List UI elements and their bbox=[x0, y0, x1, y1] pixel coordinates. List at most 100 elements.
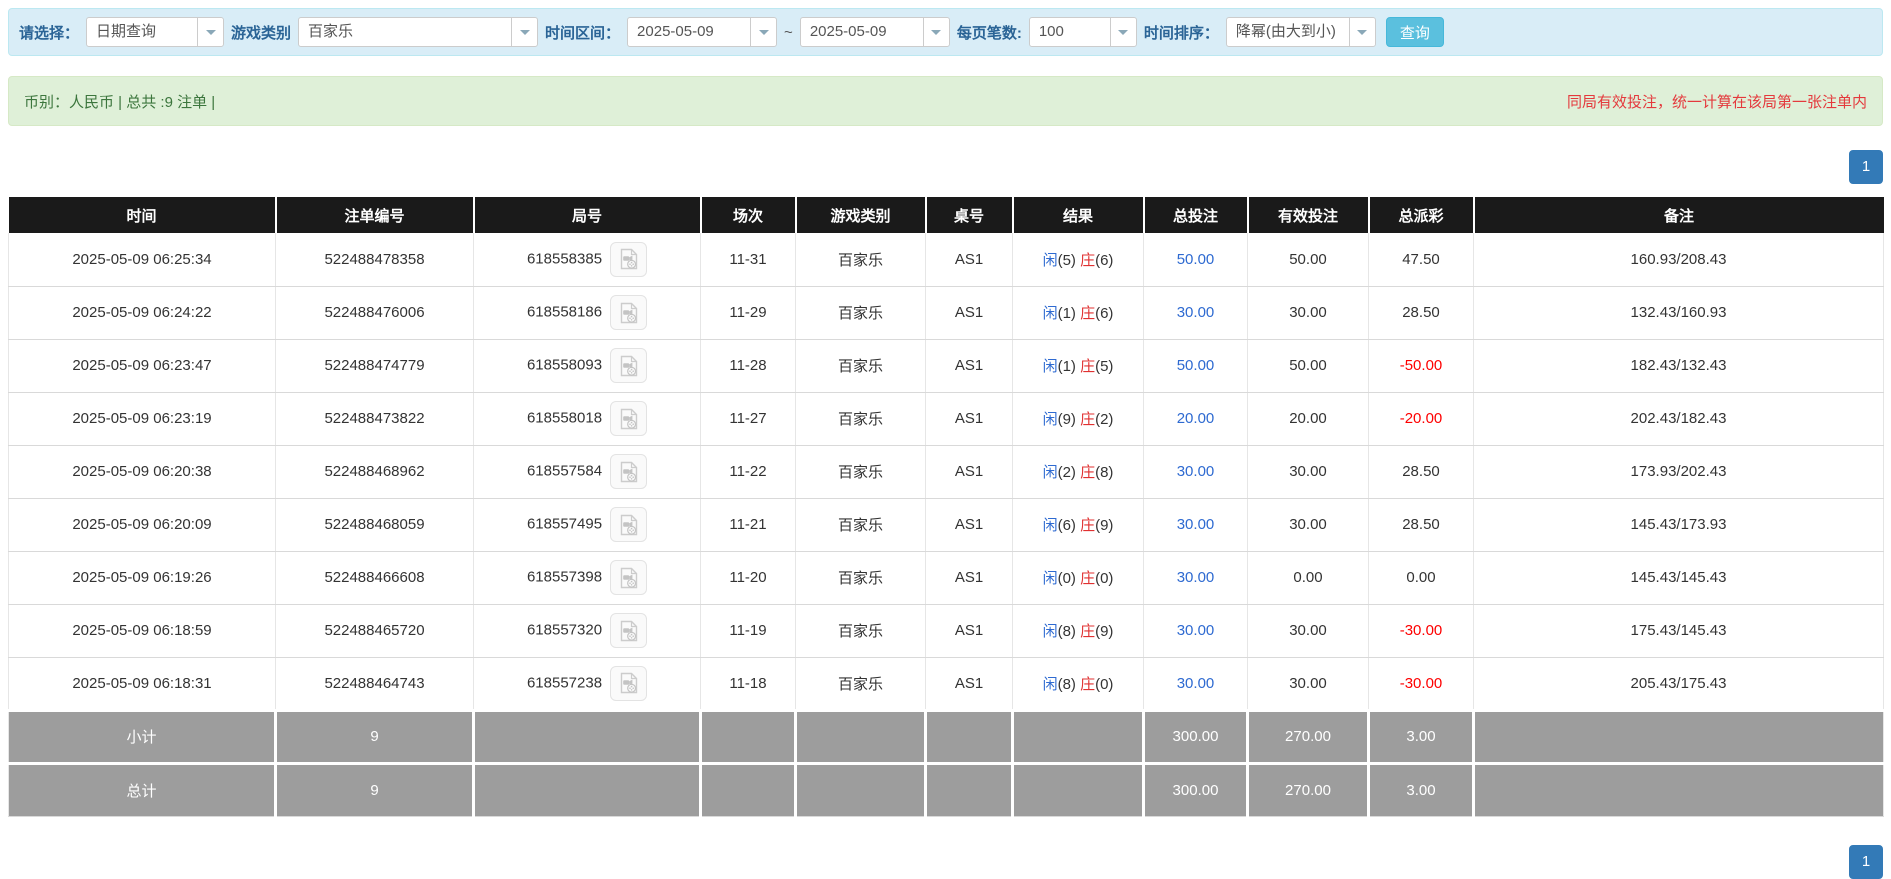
time-sort-value: 降幂(由大到小) bbox=[1227, 18, 1349, 46]
bet-records-table: 时间注单编号局号场次游戏类别桌号结果总投注有效投注总派彩备注 2025-05-0… bbox=[8, 197, 1884, 817]
video-record-icon bbox=[617, 513, 641, 537]
page-1-button[interactable]: 1 bbox=[1849, 150, 1883, 184]
video-playback-button[interactable] bbox=[610, 507, 647, 542]
total-bet-link[interactable]: 30.00 bbox=[1177, 622, 1215, 639]
cell-session: 11-20 bbox=[701, 551, 796, 604]
video-record-icon bbox=[617, 354, 641, 378]
cell-session: 11-18 bbox=[701, 657, 796, 710]
table-row: 2025-05-09 06:18:59522488465720618557320… bbox=[9, 604, 1884, 657]
round-number-text: 618557238 bbox=[527, 674, 602, 691]
cell-valid-bet: 30.00 bbox=[1248, 498, 1369, 551]
cell-remark: 205.43/175.43 bbox=[1474, 657, 1884, 710]
result-banker-label: 庄 bbox=[1080, 676, 1095, 693]
cell-table-number: AS1 bbox=[926, 392, 1013, 445]
column-header-7: 总投注 bbox=[1144, 197, 1248, 233]
result-player-score: (2) bbox=[1058, 464, 1081, 481]
cell-game-category: 百家乐 bbox=[796, 657, 926, 710]
video-playback-button[interactable] bbox=[610, 613, 647, 648]
cell-result: 闲(6) 庄(9) bbox=[1013, 498, 1144, 551]
total-bet-link[interactable]: 30.00 bbox=[1177, 675, 1215, 692]
page-size-toggle-button[interactable] bbox=[1110, 18, 1136, 46]
cell-payout: 28.50 bbox=[1369, 498, 1474, 551]
game-category-label: 游戏类别 bbox=[231, 22, 291, 43]
summary-label: 总计 bbox=[9, 763, 276, 816]
game-category-toggle-button[interactable] bbox=[511, 18, 537, 46]
column-header-10: 备注 bbox=[1474, 197, 1884, 233]
summary-table-empty bbox=[926, 763, 1013, 816]
cell-session: 11-22 bbox=[701, 445, 796, 498]
summary-label: 小计 bbox=[9, 710, 276, 763]
result-banker-score: (0) bbox=[1095, 570, 1113, 587]
cell-bet-number: 522488464743 bbox=[276, 657, 474, 710]
cell-bet-number: 522488474779 bbox=[276, 339, 474, 392]
summary-payout: 3.00 bbox=[1369, 763, 1474, 816]
result-player-score: (6) bbox=[1058, 517, 1081, 534]
date-from-dropdown[interactable]: 2025-05-09 bbox=[627, 17, 777, 47]
game-category-value: 百家乐 bbox=[299, 18, 511, 46]
summary-remark-empty bbox=[1474, 763, 1884, 816]
video-playback-button[interactable] bbox=[610, 348, 647, 383]
result-banker-score: (9) bbox=[1095, 517, 1113, 534]
time-sort-toggle-button[interactable] bbox=[1349, 18, 1375, 46]
total-bet-link[interactable]: 50.00 bbox=[1177, 357, 1215, 374]
result-banker-score: (2) bbox=[1095, 411, 1113, 428]
total-bet-link[interactable]: 50.00 bbox=[1177, 251, 1215, 268]
column-header-2: 局号 bbox=[474, 197, 701, 233]
select-type-toggle-button[interactable] bbox=[197, 18, 223, 46]
cell-remark: 182.43/132.43 bbox=[1474, 339, 1884, 392]
cell-total-bet: 50.00 bbox=[1144, 339, 1248, 392]
date-from-toggle-button[interactable] bbox=[750, 18, 776, 46]
date-to-toggle-button[interactable] bbox=[923, 18, 949, 46]
cell-table-number: AS1 bbox=[926, 551, 1013, 604]
video-playback-button[interactable] bbox=[610, 454, 647, 489]
cell-payout: -50.00 bbox=[1369, 339, 1474, 392]
total-bet-link[interactable]: 30.00 bbox=[1177, 304, 1215, 321]
video-playback-button[interactable] bbox=[610, 295, 647, 330]
date-from-value: 2025-05-09 bbox=[628, 18, 750, 46]
video-playback-button[interactable] bbox=[610, 401, 647, 436]
cell-session: 11-29 bbox=[701, 286, 796, 339]
result-player-score: (1) bbox=[1058, 305, 1081, 322]
result-player-score: (8) bbox=[1058, 676, 1081, 693]
cell-game-category: 百家乐 bbox=[796, 551, 926, 604]
query-button[interactable]: 查询 bbox=[1386, 17, 1444, 47]
cell-round-number: 618557320 bbox=[474, 604, 701, 657]
summary-count: 9 bbox=[276, 763, 474, 816]
video-playback-button[interactable] bbox=[610, 242, 647, 277]
video-playback-button[interactable] bbox=[610, 666, 647, 701]
total-bet-link[interactable]: 30.00 bbox=[1177, 569, 1215, 586]
page-1-button[interactable]: 1 bbox=[1849, 845, 1883, 879]
summary-remark-empty bbox=[1474, 710, 1884, 763]
result-banker-score: (6) bbox=[1095, 252, 1113, 269]
cell-round-number: 618557238 bbox=[474, 657, 701, 710]
cell-round-number: 618558093 bbox=[474, 339, 701, 392]
video-playback-button[interactable] bbox=[610, 560, 647, 595]
result-player-label: 闲 bbox=[1043, 411, 1058, 428]
total-bet-link[interactable]: 20.00 bbox=[1177, 410, 1215, 427]
cell-time: 2025-05-09 06:20:09 bbox=[9, 498, 276, 551]
cell-bet-number: 522488466608 bbox=[276, 551, 474, 604]
date-to-dropdown[interactable]: 2025-05-09 bbox=[800, 17, 950, 47]
cell-remark: 145.43/173.93 bbox=[1474, 498, 1884, 551]
select-type-value: 日期查询 bbox=[87, 18, 197, 46]
time-sort-dropdown[interactable]: 降幂(由大到小) bbox=[1226, 17, 1376, 47]
total-bet-link[interactable]: 30.00 bbox=[1177, 463, 1215, 480]
video-record-icon bbox=[617, 301, 641, 325]
cell-total-bet: 20.00 bbox=[1144, 392, 1248, 445]
video-record-icon bbox=[617, 566, 641, 590]
select-type-dropdown[interactable]: 日期查询 bbox=[86, 17, 224, 47]
total-bet-link[interactable]: 30.00 bbox=[1177, 516, 1215, 533]
summary-game-empty bbox=[796, 710, 926, 763]
result-player-score: (0) bbox=[1058, 570, 1081, 587]
page-size-dropdown[interactable]: 100 bbox=[1029, 17, 1137, 47]
result-banker-score: (9) bbox=[1095, 623, 1113, 640]
cell-game-category: 百家乐 bbox=[796, 392, 926, 445]
cell-result: 闲(9) 庄(2) bbox=[1013, 392, 1144, 445]
table-row: 2025-05-09 06:24:22522488476006618558186… bbox=[9, 286, 1884, 339]
summary-valid-bet: 270.00 bbox=[1248, 763, 1369, 816]
result-banker-score: (8) bbox=[1095, 464, 1113, 481]
summary-session-empty bbox=[701, 710, 796, 763]
cell-game-category: 百家乐 bbox=[796, 604, 926, 657]
game-category-dropdown[interactable]: 百家乐 bbox=[298, 17, 538, 47]
summary-round-empty bbox=[474, 710, 701, 763]
